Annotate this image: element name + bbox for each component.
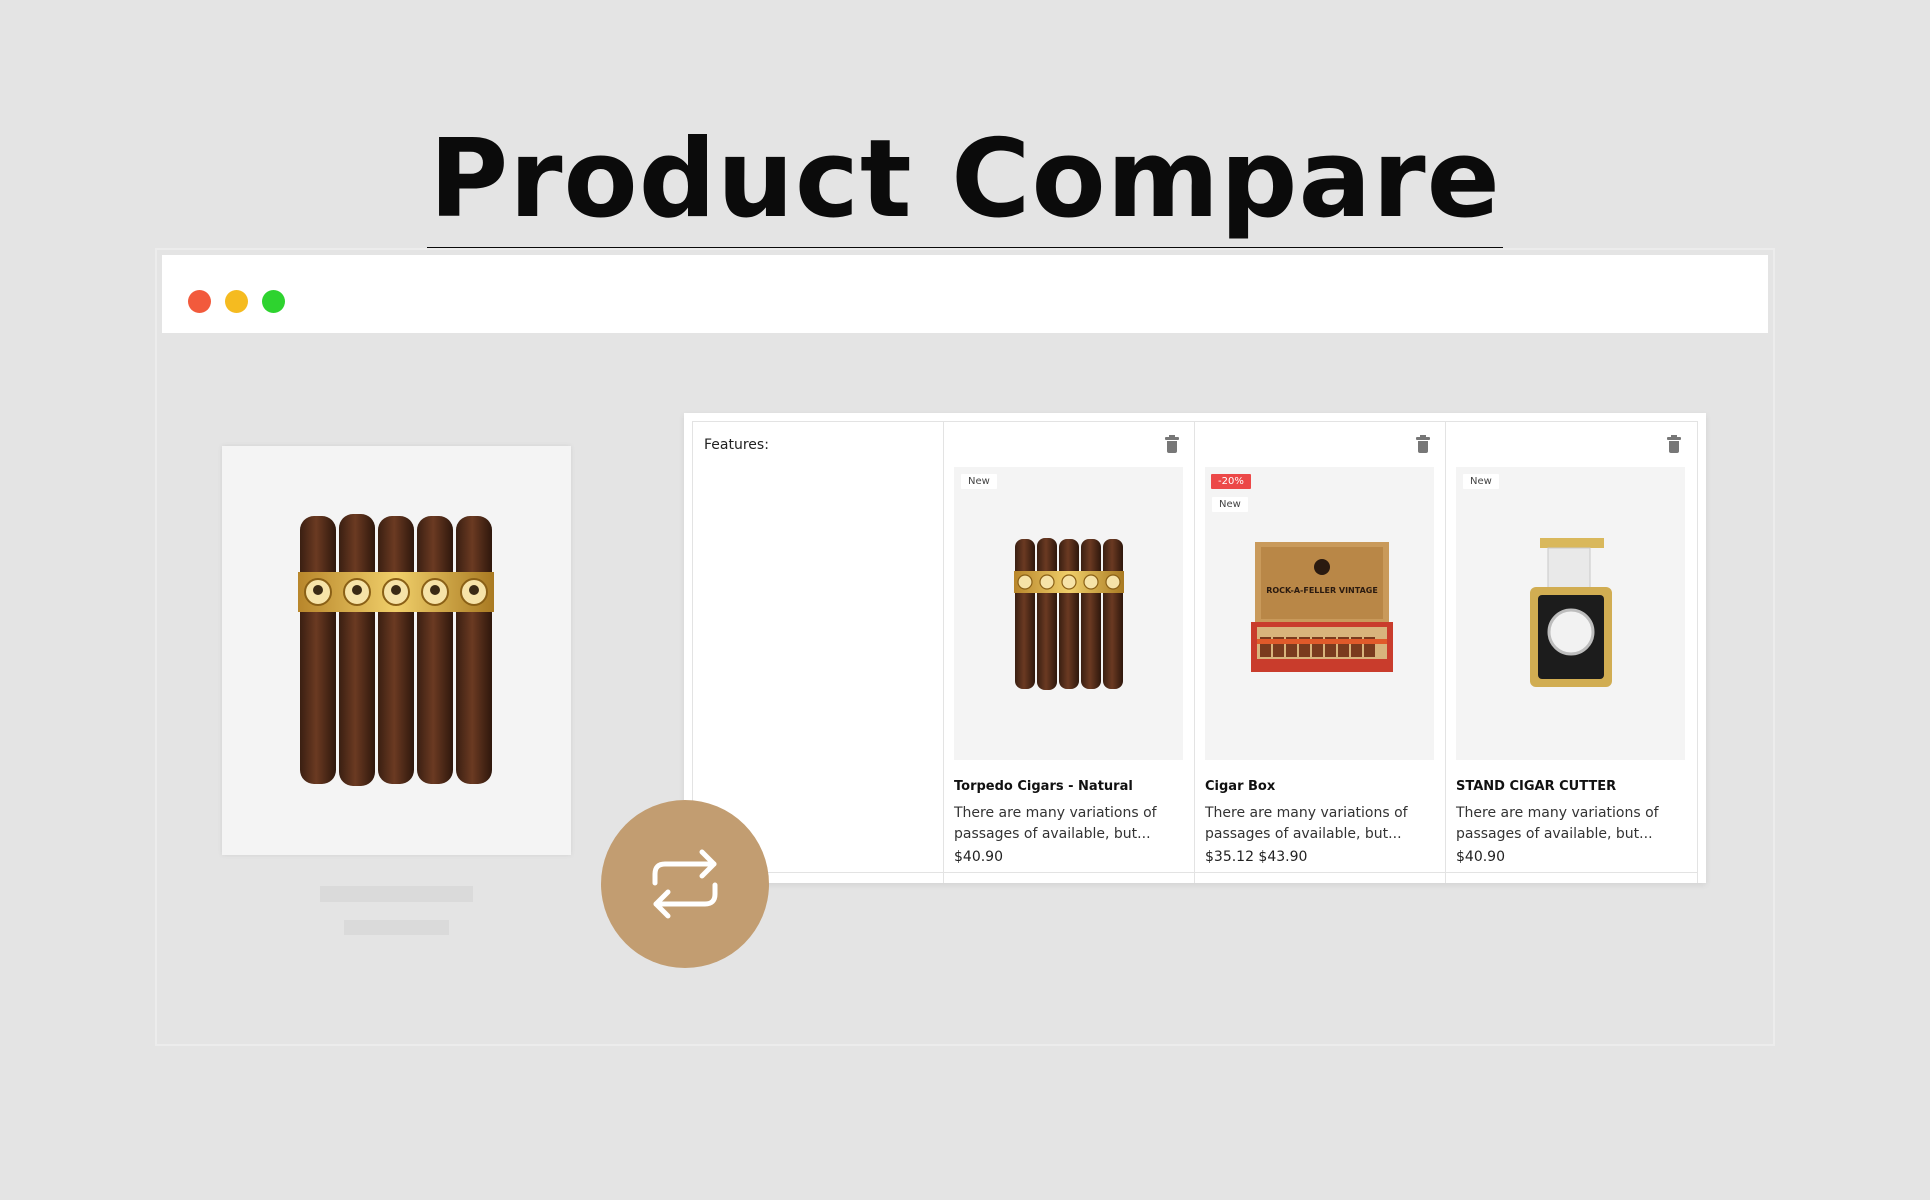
window-titlebar <box>162 255 1768 333</box>
product-image[interactable]: New <box>1456 467 1685 760</box>
product-column: New Torpedo Cigars - Natural There are m… <box>944 422 1195 883</box>
close-window-button[interactable] <box>188 290 211 313</box>
cigar-box-image: ROCK-A-FELLER VINTAGE <box>1251 542 1393 672</box>
compare-table: Features: New Torpedo Cigars - Natural T… <box>684 413 1706 883</box>
trash-icon[interactable] <box>1416 435 1430 453</box>
product-price: $35.12 $43.90 <box>1205 849 1308 865</box>
product-image[interactable]: -20% New ROCK-A-FELLER VINTAGE <box>1205 467 1434 760</box>
product-name[interactable]: STAND CIGAR CUTTER <box>1456 779 1616 794</box>
box-label: ROCK-A-FELLER VINTAGE <box>1266 586 1378 595</box>
product-description: There are many variations of passages of… <box>954 805 1157 842</box>
product-description: There are many variations of passages of… <box>1456 805 1659 842</box>
cigar-cutter-image <box>1530 538 1612 687</box>
product-preview-card[interactable] <box>222 446 571 855</box>
minimize-window-button[interactable] <box>225 290 248 313</box>
product-name[interactable]: Torpedo Cigars - Natural <box>954 779 1133 794</box>
trash-icon[interactable] <box>1165 435 1179 453</box>
row-divider <box>692 872 1698 873</box>
product-column: New STAND CIGAR CUTTER There are many va… <box>1446 422 1698 883</box>
product-price: $40.90 <box>1456 849 1505 865</box>
maximize-window-button[interactable] <box>262 290 285 313</box>
product-name[interactable]: Cigar Box <box>1205 779 1275 794</box>
swap-arrows-icon <box>652 849 718 919</box>
cigar-bundle-image <box>298 514 494 786</box>
compare-grid: Features: New Torpedo Cigars - Natural T… <box>692 421 1698 883</box>
compare-button[interactable] <box>601 800 769 968</box>
product-price: $40.90 <box>954 849 1003 865</box>
features-label: Features: <box>704 437 769 453</box>
product-column: -20% New ROCK-A-FELLER VINTAGE Cigar Box… <box>1195 422 1446 883</box>
cigar-bundle-image <box>1014 538 1124 690</box>
product-description: There are many variations of passages of… <box>1205 805 1408 842</box>
page-title: Product Compare <box>0 112 1930 253</box>
title-placeholder <box>320 886 473 902</box>
price-placeholder <box>344 920 449 935</box>
trash-icon[interactable] <box>1667 435 1681 453</box>
product-image[interactable]: New <box>954 467 1183 760</box>
